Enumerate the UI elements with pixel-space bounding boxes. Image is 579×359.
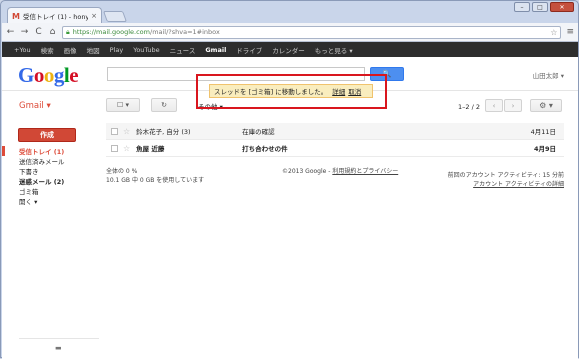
gbar-item[interactable]: ニュース bbox=[170, 45, 196, 55]
copyright-text: ©2013 Google - bbox=[282, 168, 333, 175]
gbar-item[interactable]: 地図 bbox=[87, 45, 100, 55]
terms-link[interactable]: 利用規約とプライバシー bbox=[332, 168, 398, 175]
activity-details-link[interactable]: アカウント アクティビティの詳細 bbox=[473, 181, 564, 188]
browser-toolbar: ← → C ⌂ 🔒︎ https://mail.google.com/mail/… bbox=[2, 23, 578, 42]
gmail-menu-label[interactable]: Gmail ▾ bbox=[19, 101, 51, 111]
browser-menu-icon[interactable]: ≡ bbox=[566, 27, 574, 37]
pager-count: 1–2 / 2 bbox=[458, 103, 480, 111]
account-activity: 前回のアカウント アクティビティ: 15 分前 アカウント アクティビティの詳細 bbox=[448, 170, 564, 188]
gbar-item[interactable]: Play bbox=[110, 46, 124, 54]
gbar-item[interactable]: Gmail bbox=[205, 46, 226, 54]
usage-detail: 10.1 GB 中 0 GB を使用しています bbox=[106, 177, 205, 184]
email-date: 4月11日 bbox=[530, 128, 556, 136]
email-subject: 打ち合わせの件 bbox=[242, 145, 288, 153]
email-sender: 鈴木花子, 自分 (3) bbox=[136, 128, 191, 136]
folder-item[interactable]: 受信トレイ (1) bbox=[2, 146, 102, 156]
window-controls: – □ ✕ bbox=[514, 2, 574, 12]
gmail-favicon-icon: M bbox=[12, 11, 20, 21]
maximize-button[interactable]: □ bbox=[532, 2, 548, 12]
refresh-button[interactable]: ↻ bbox=[151, 98, 177, 112]
browser-tab[interactable]: M 受信トレイ (1) - honyanom × bbox=[7, 7, 102, 24]
row-star-icon[interactable]: ☆ bbox=[123, 127, 130, 136]
usage-percent: 全体の 0 % bbox=[106, 168, 138, 175]
compose-button[interactable]: 作成 bbox=[18, 128, 76, 142]
gbar-item[interactable]: 画像 bbox=[64, 45, 77, 55]
google-logo[interactable]: Google bbox=[18, 63, 79, 88]
gbar-item[interactable]: カレンダー bbox=[272, 45, 305, 55]
email-row[interactable]: ☆ 鈴木花子, 自分 (3) 在庫の確認 4月11日 bbox=[106, 123, 564, 140]
tab-strip: M 受信トレイ (1) - honyanom × – □ ✕ bbox=[1, 1, 578, 24]
last-activity: 前回のアカウント アクティビティ: 15 分前 bbox=[447, 172, 564, 179]
row-checkbox[interactable] bbox=[111, 127, 118, 135]
close-window-button[interactable]: ✕ bbox=[550, 2, 574, 12]
lock-icon: 🔒︎ bbox=[66, 27, 70, 36]
email-sender: 魚屋 近藤 bbox=[136, 145, 165, 153]
home-icon[interactable]: ⌂ bbox=[48, 27, 57, 37]
email-subject: 在庫の確認 bbox=[242, 128, 275, 136]
gbar-item[interactable]: もっと見る ▾ bbox=[315, 45, 353, 55]
folder-item[interactable]: ゴミ箱 bbox=[2, 186, 102, 196]
tab-close-icon[interactable]: × bbox=[91, 12, 97, 20]
highlight-box bbox=[196, 74, 387, 109]
minimize-button[interactable]: – bbox=[514, 2, 530, 12]
folder-item[interactable]: 送信済みメール bbox=[2, 156, 102, 166]
account-name[interactable]: 山田太郎 ▾ bbox=[533, 70, 564, 80]
back-icon[interactable]: ← bbox=[6, 27, 15, 37]
folder-list: 受信トレイ (1) 送信済みメール 下書き 迷惑メール (2) ゴミ箱 開く ▾ bbox=[2, 146, 102, 206]
storage-usage: 全体の 0 % 10.1 GB 中 0 GB を使用しています bbox=[106, 166, 204, 184]
gbar-item[interactable]: YouTube bbox=[133, 46, 159, 54]
email-date: 4月9日 bbox=[533, 145, 556, 153]
bookmark-star-icon[interactable]: ☆ bbox=[550, 28, 557, 37]
gmail-page: Google 🔍 山田太郎 ▾ Gmail ▾ ☐ ▾ ↻ その他 ▾ スレッド… bbox=[2, 57, 578, 359]
copyright: ©2013 Google - 利用規約とプライバシー bbox=[282, 166, 398, 175]
folder-item[interactable]: 下書き bbox=[2, 166, 102, 176]
chat-divider bbox=[19, 338, 99, 339]
row-star-icon[interactable]: ☆ bbox=[123, 144, 130, 153]
gbar-item[interactable]: 検索 bbox=[41, 45, 54, 55]
row-checkbox[interactable] bbox=[111, 144, 118, 152]
mail-list: ☆ 鈴木花子, 自分 (3) 在庫の確認 4月11日 ☆ 魚屋 近藤 打ち合わせの件 4月9日 bbox=[106, 123, 564, 157]
email-row[interactable]: ☆ 魚屋 近藤 打ち合わせの件 4月9日 bbox=[106, 140, 564, 157]
gbar-item[interactable]: ドライブ bbox=[236, 45, 262, 55]
prev-page-button[interactable]: ‹ bbox=[485, 99, 503, 112]
next-page-button[interactable]: › bbox=[504, 99, 522, 112]
google-bar: +You 検索 画像 地図 Play YouTube ニュース Gmail ドライブ カレンダーも… bbox=[2, 42, 578, 57]
select-button[interactable]: ☐ ▾ bbox=[106, 98, 140, 112]
url-path: /mail/?shva=1#inbox bbox=[150, 28, 220, 36]
browser-window: M 受信トレイ (1) - honyanom × – □ ✕ ← → C ⌂ 🔒… bbox=[0, 0, 579, 359]
folder-item[interactable]: 開く ▾ bbox=[2, 196, 102, 206]
chat-icon[interactable]: ▬ bbox=[55, 344, 62, 352]
reload-icon[interactable]: C bbox=[34, 27, 43, 37]
new-tab-button[interactable] bbox=[102, 11, 128, 22]
address-bar[interactable]: 🔒︎ https://mail.google.com/mail/?shva=1#… bbox=[62, 25, 562, 39]
tab-title: 受信トレイ (1) - honyanom bbox=[22, 13, 89, 21]
forward-icon[interactable]: → bbox=[20, 27, 29, 37]
settings-button[interactable]: ⚙ ▾ bbox=[530, 99, 562, 112]
gbar-item[interactable]: +You bbox=[14, 46, 31, 54]
folder-item[interactable]: 迷惑メール (2) bbox=[2, 176, 102, 186]
url-host: https://mail.google.com bbox=[72, 28, 150, 36]
